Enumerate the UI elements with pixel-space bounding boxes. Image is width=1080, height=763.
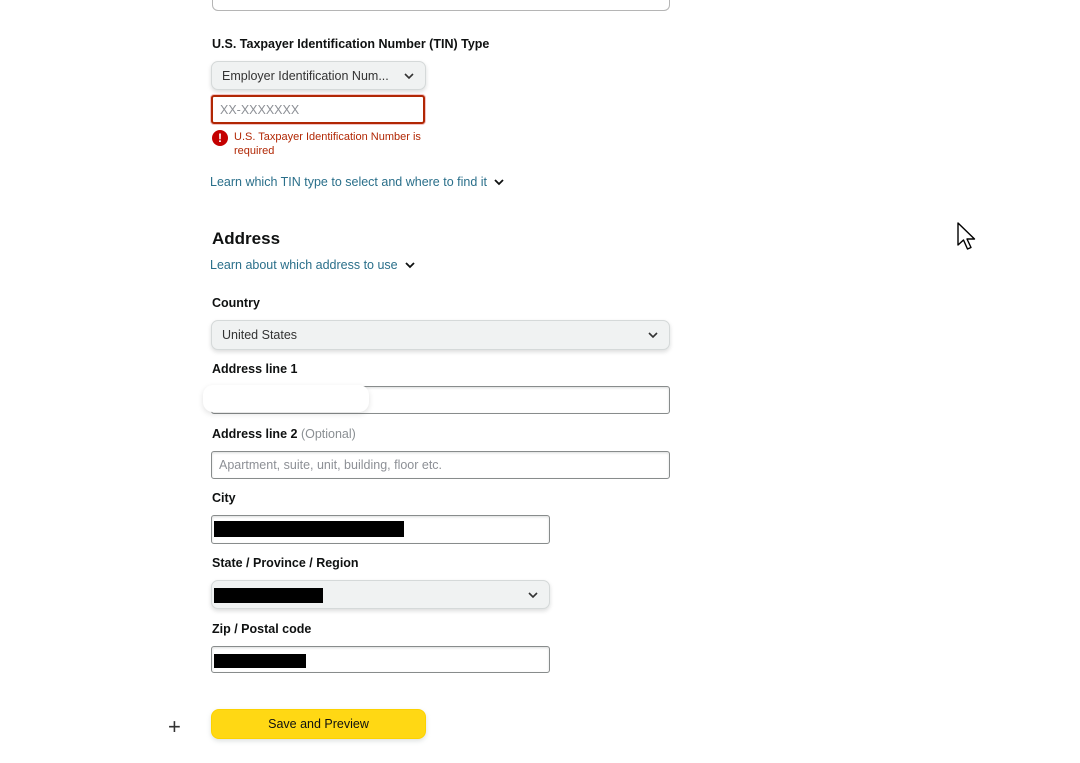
tin-type-select[interactable]: Employer Identification Num...	[211, 61, 426, 90]
chevron-down-icon	[528, 591, 538, 598]
address-help-link[interactable]: Learn about which address to use	[210, 258, 416, 272]
address-line2-label-text: Address line 2	[212, 427, 298, 441]
city-label: City	[212, 491, 236, 505]
tin-help-link[interactable]: Learn which TIN type to select and where…	[210, 175, 505, 189]
address-line2-input[interactable]	[211, 451, 670, 479]
tin-error: ! U.S. Taxpayer Identification Number is…	[212, 130, 424, 158]
previous-field-edge	[212, 0, 670, 11]
redaction-bar	[214, 654, 306, 668]
tin-type-select-value: Employer Identification Num...	[222, 68, 389, 83]
chevron-down-icon	[648, 332, 658, 339]
save-and-preview-button[interactable]: Save and Preview	[211, 709, 426, 739]
address-help-link-text: Learn about which address to use	[210, 258, 398, 272]
tin-help-link-text: Learn which TIN type to select and where…	[210, 175, 488, 189]
chevron-down-icon	[404, 262, 415, 269]
state-label: State / Province / Region	[212, 556, 359, 570]
redaction-bar	[214, 588, 323, 603]
mouse-pointer-icon	[957, 222, 976, 250]
tin-type-label: U.S. Taxpayer Identification Number (TIN…	[212, 37, 490, 51]
alert-circle-icon: !	[212, 130, 228, 146]
address-line2-label: Address line 2 (Optional)	[212, 427, 356, 441]
chevron-down-icon	[404, 72, 414, 79]
plus-icon[interactable]: +	[168, 716, 181, 738]
redaction-bar	[214, 521, 404, 537]
country-select[interactable]: United States	[211, 320, 670, 350]
address-heading: Address	[212, 229, 281, 248]
address-line1-label: Address line 1	[212, 362, 298, 376]
country-label: Country	[212, 296, 260, 310]
redaction-overlay	[203, 385, 369, 412]
optional-tag: (Optional)	[300, 427, 356, 441]
zip-label: Zip / Postal code	[212, 622, 312, 636]
chevron-down-icon	[494, 179, 504, 186]
country-select-value: United States	[222, 328, 298, 342]
tin-input[interactable]	[211, 95, 425, 124]
tin-error-message: U.S. Taxpayer Identification Number is r…	[234, 131, 421, 157]
